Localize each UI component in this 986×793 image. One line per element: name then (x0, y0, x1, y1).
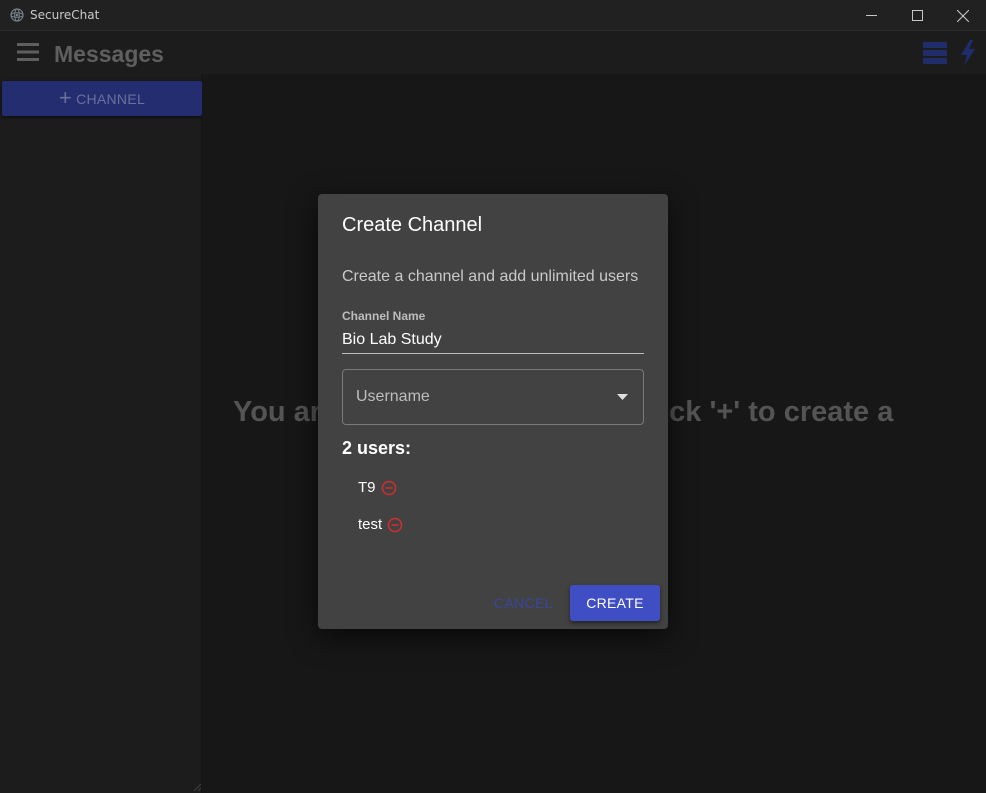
username-select-placeholder: Username (356, 388, 430, 405)
remove-user-icon[interactable] (387, 517, 403, 533)
remove-user-icon[interactable] (381, 480, 397, 496)
user-list-item: T9 (358, 479, 397, 496)
dialog-title: Create Channel (342, 214, 483, 236)
user-list-item: test (358, 516, 403, 533)
channel-name-input[interactable] (342, 327, 644, 354)
create-channel-dialog: Create Channel Create a channel and add … (318, 194, 668, 629)
channel-name-label: Channel Name (342, 309, 426, 323)
create-button[interactable]: CREATE (570, 585, 660, 621)
user-name: test (358, 516, 383, 533)
users-count: 2 users: (342, 438, 412, 458)
caret-down-icon (617, 394, 628, 400)
cancel-button[interactable]: CANCEL (494, 595, 553, 611)
username-select[interactable]: Username (342, 369, 644, 425)
dialog-description: Create a channel and add unlimited users (342, 268, 639, 285)
user-name: T9 (358, 479, 376, 496)
